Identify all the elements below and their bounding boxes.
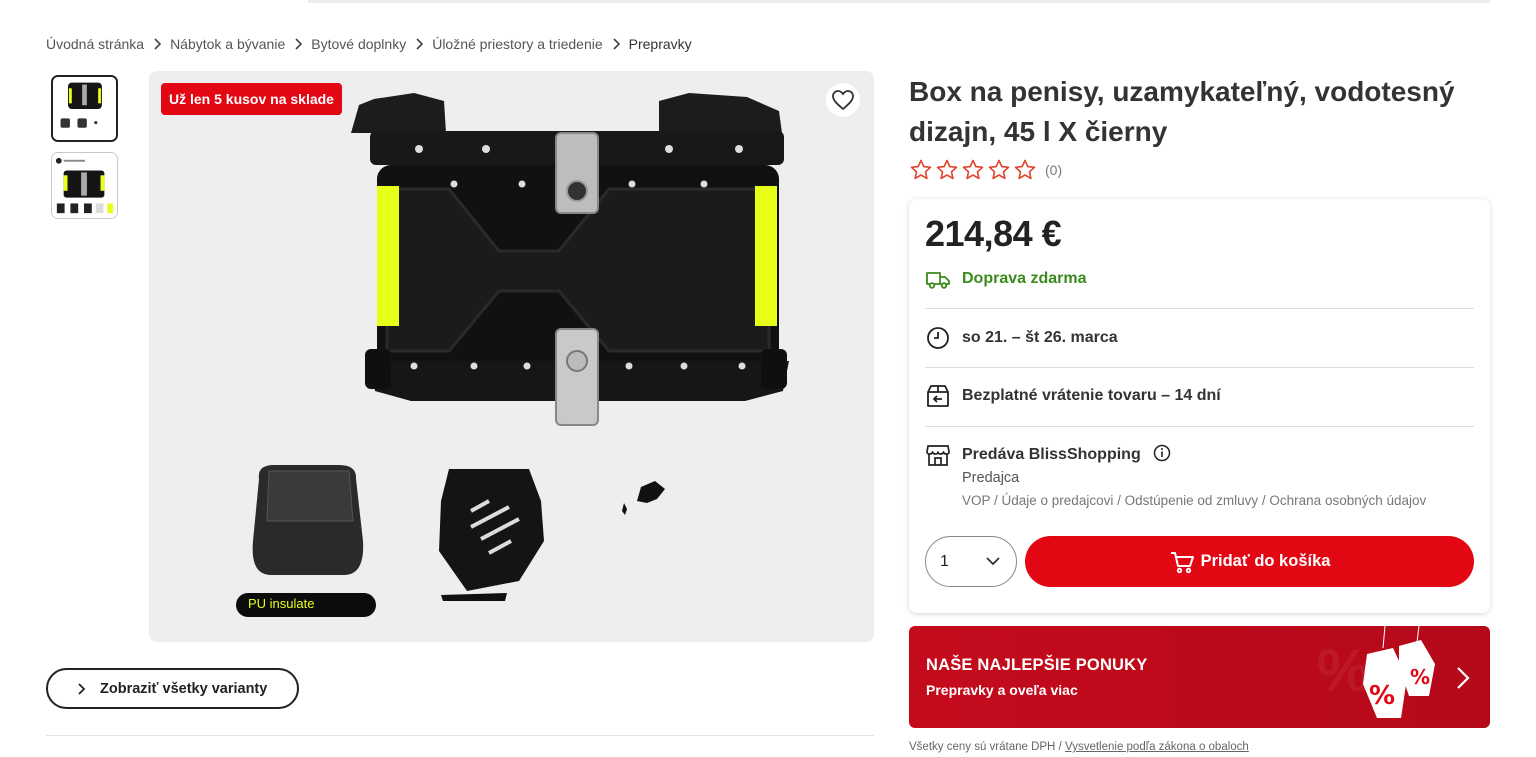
rating-count: (0) <box>1045 162 1063 178</box>
chevron-right-icon <box>603 38 629 50</box>
divider <box>925 367 1474 368</box>
shipping-info: Doprava zdarma <box>925 266 1087 292</box>
chevron-right-icon <box>144 38 170 50</box>
chevron-down-icon <box>986 557 1000 566</box>
return-box-icon <box>927 385 949 407</box>
packaging-law-link[interactable]: Vysvetlenie podľa zákona o obaloch <box>1065 741 1249 753</box>
star-icon <box>936 159 958 180</box>
rating-stars <box>909 158 1037 182</box>
divider <box>925 426 1474 427</box>
seller-info: Predáva BlissShopping Predajca VOP / Úda… <box>925 442 1426 514</box>
product-rating[interactable]: (0) <box>909 158 1062 182</box>
chevron-right-icon <box>285 38 311 50</box>
returns-info[interactable]: Bezplatné vrátenie tovaru – 14 dní <box>925 383 1221 409</box>
best-offers-banner[interactable]: % NAŠE NAJLEPŠIE PONUKY Prepravky a oveľ… <box>909 626 1490 728</box>
star-icon <box>962 159 984 180</box>
truck-icon <box>926 272 950 289</box>
breadcrumb: Úvodná stránka Nábytok a bývanie Bytové … <box>46 36 692 52</box>
delivery-info: so 21. – št 26. marca <box>925 325 1118 351</box>
chevron-right-icon <box>1457 667 1470 689</box>
product-price: 214,84 € <box>925 213 1062 254</box>
breadcrumb-home-accessories[interactable]: Bytové doplnky <box>311 36 406 52</box>
vat-note: Všetky ceny sú vrátane DPH / <box>909 741 1065 753</box>
show-all-variants-button[interactable]: Zobraziť všetky varianty <box>46 668 299 709</box>
svg-text:%: % <box>1369 681 1395 711</box>
breadcrumb-furniture[interactable]: Nábytok a bývanie <box>170 36 285 52</box>
thumbnail-image <box>52 153 117 218</box>
store-icon <box>926 445 950 466</box>
product-image-gallery[interactable]: Už len 5 kusov na sklade PU insulate <box>149 71 874 642</box>
breadcrumb-home[interactable]: Úvodná stránka <box>46 36 144 52</box>
price-footnote: Všetky ceny sú vrátane DPH / Vysvetlenie… <box>909 741 1249 753</box>
chevron-right-icon <box>406 38 432 50</box>
product-image <box>236 93 789 617</box>
image-caption: PU insulate <box>248 596 315 611</box>
thumbnail-image <box>53 77 116 140</box>
seller-name[interactable]: Predáva BlissShopping <box>962 446 1141 463</box>
discount-tags-icon: % % <box>1363 626 1435 718</box>
star-icon <box>910 159 932 180</box>
promo-subtitle: Prepravky a oveľa viac <box>926 682 1078 698</box>
delivery-date: so 21. – št 26. marca <box>962 329 1118 346</box>
top-divider <box>308 0 1490 3</box>
stock-badge: Už len 5 kusov na sklade <box>161 83 342 115</box>
heart-icon <box>832 90 854 111</box>
promo-title: NAŠE NAJLEPŠIE PONUKY <box>926 656 1148 674</box>
svg-text:%: % <box>1410 665 1430 689</box>
shipping-label: Doprava zdarma <box>962 270 1087 287</box>
cart-icon <box>1170 551 1194 573</box>
seller-role: Predajca <box>962 470 1020 486</box>
product-title: Box na penisy, uzamykateľný, vodotesný d… <box>909 76 1455 147</box>
info-icon[interactable] <box>1153 444 1171 462</box>
divider <box>46 735 874 736</box>
add-to-cart-label: Pridať do košíka <box>1200 552 1331 570</box>
show-all-variants-label: Zobraziť všetky varianty <box>100 680 268 697</box>
add-to-cart-button[interactable]: Pridať do košíka <box>1025 536 1474 587</box>
breadcrumb-storage[interactable]: Úložné priestory a triedenie <box>432 36 602 52</box>
thumbnail-2[interactable] <box>51 152 118 219</box>
star-icon <box>1014 159 1036 180</box>
buy-box: 214,84 € Doprava zdarma so 21. – št 26. … <box>909 199 1490 613</box>
thumbnail-1[interactable] <box>51 75 118 142</box>
chevron-right-icon <box>78 682 86 695</box>
add-to-wishlist-button[interactable] <box>826 83 860 117</box>
divider <box>925 308 1474 309</box>
star-icon <box>988 159 1010 180</box>
clock-icon <box>927 327 949 349</box>
seller-links[interactable]: VOP / Údaje o predajcovi / Odstúpenie od… <box>962 488 1426 514</box>
breadcrumb-current: Prepravky <box>628 36 692 52</box>
returns-label: Bezplatné vrátenie tovaru – 14 dní <box>962 387 1221 404</box>
quantity-value: 1 <box>940 552 949 570</box>
quantity-select[interactable]: 1 <box>925 536 1017 587</box>
